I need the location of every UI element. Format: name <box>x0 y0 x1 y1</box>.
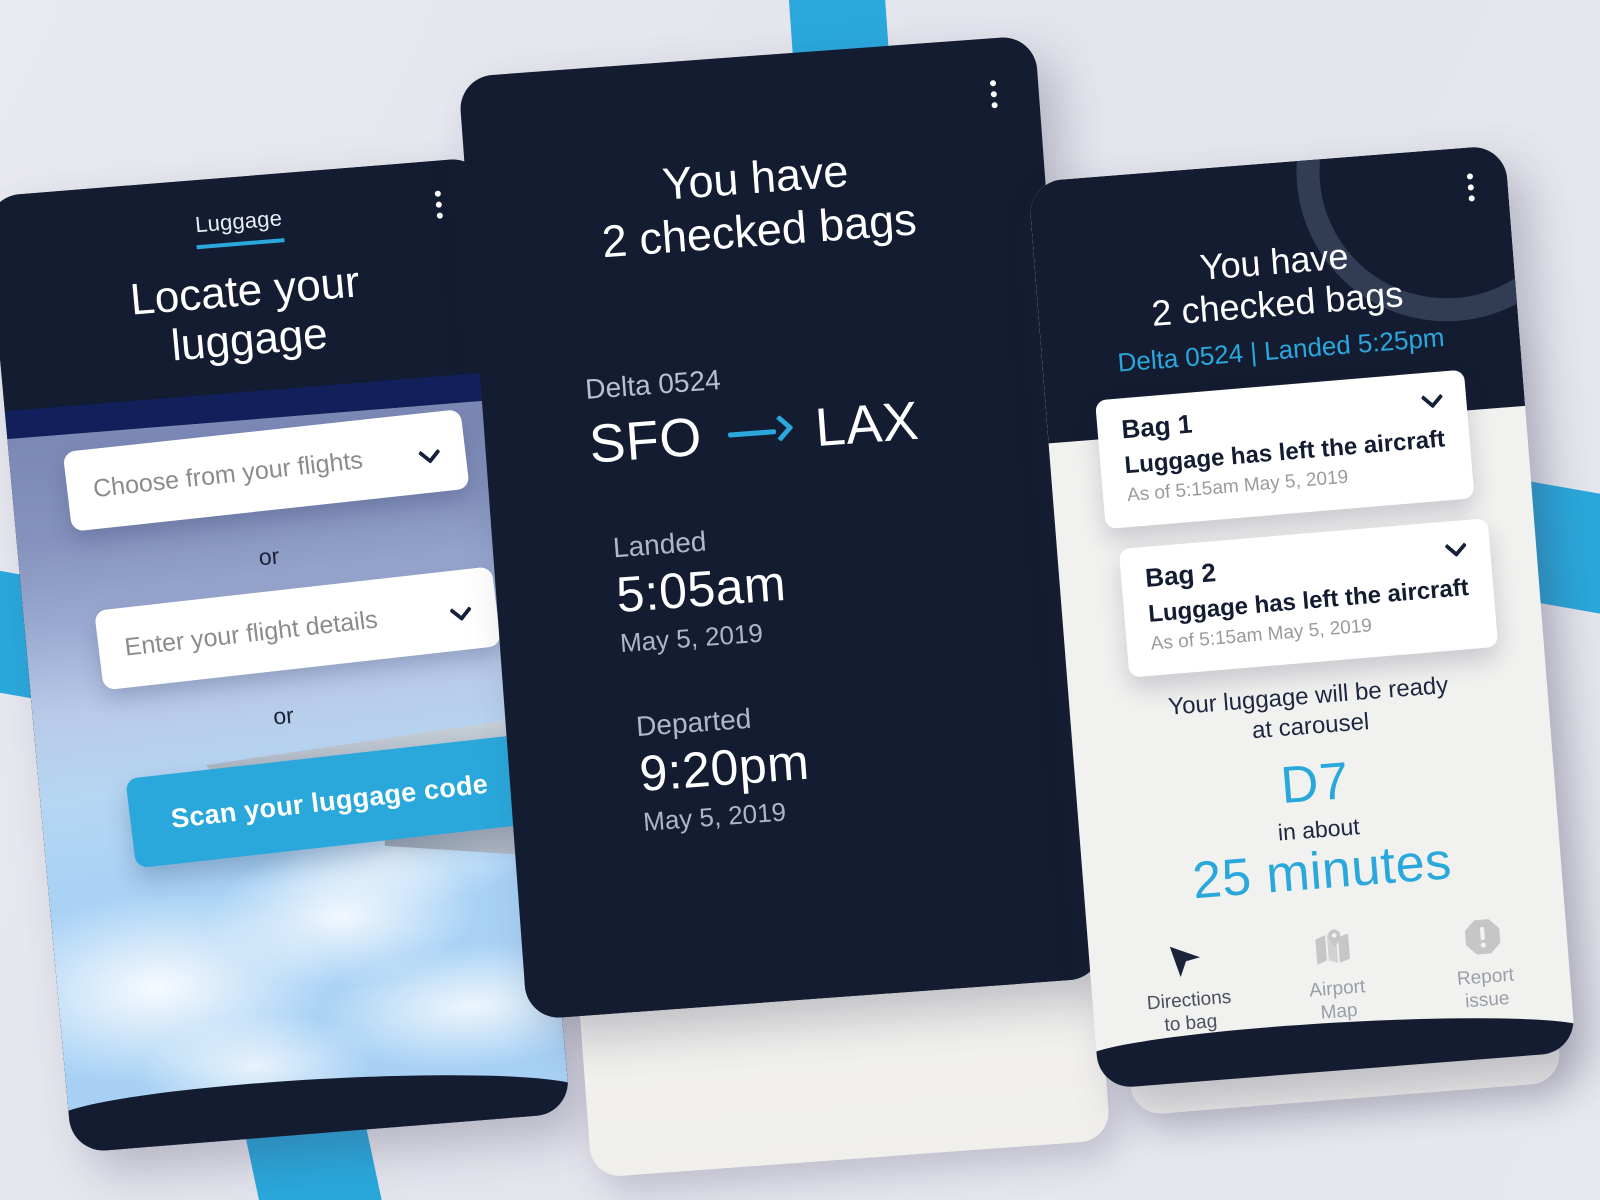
kebab-menu-icon[interactable] <box>989 80 998 109</box>
enter-flight-details-placeholder: Enter your flight details <box>123 604 380 662</box>
choose-flight-placeholder: Choose from your flights <box>91 445 365 503</box>
chevron-down-icon <box>419 442 440 463</box>
kebab-dot-2 <box>990 91 998 98</box>
arrow-head <box>766 414 794 442</box>
arrow-right-icon <box>727 414 794 442</box>
navigation-arrow-icon <box>1124 928 1248 993</box>
kebab-dot-3 <box>991 102 998 109</box>
phone-screen-flight-status: You have 2 checked bags Delta 0524 SFO L… <box>458 35 1104 1020</box>
kebab-dot-1 <box>434 190 442 197</box>
kebab-dot-2 <box>1467 184 1475 191</box>
screen-3-content: You have 2 checked bags Delta 0524 | Lan… <box>1028 144 1576 1090</box>
landed-time: 5:05am <box>614 554 788 624</box>
directions-to-bag-action[interactable]: Directions to bag <box>1124 928 1252 1041</box>
airport-map-action[interactable]: Airport Map <box>1272 916 1400 1029</box>
flight-number: Delta 0524 <box>584 364 722 405</box>
kebab-dot-2 <box>435 201 443 208</box>
bag-card[interactable]: Bag 2 Luggage has left the aircraft As o… <box>1118 518 1499 678</box>
route-summary: SFO LAX <box>587 390 921 476</box>
kebab-dot-1 <box>989 80 997 87</box>
landed-block: Landed 5:05am May 5, 2019 <box>612 520 791 659</box>
screen-1-header: Luggage Locate your luggage <box>0 156 504 412</box>
page-title: Locate your luggage <box>0 247 501 385</box>
kebab-dot-3 <box>1468 195 1475 202</box>
kebab-dot-3 <box>436 212 444 219</box>
origin-airport-code: SFO <box>587 406 704 475</box>
chevron-down-icon[interactable] <box>1422 388 1443 409</box>
screen-2-content: You have 2 checked bags Delta 0524 SFO L… <box>458 35 1104 1020</box>
map-pin-icon <box>1272 916 1396 981</box>
kebab-dot-1 <box>1466 173 1474 180</box>
report-issue-action[interactable]: Report issue <box>1420 904 1548 1017</box>
report-issue-label: Report issue <box>1425 962 1548 1017</box>
chevron-down-icon <box>450 600 471 621</box>
departed-time: 9:20pm <box>637 733 812 802</box>
checked-bags-headline: You have 2 checked bags <box>465 130 1049 278</box>
phone-screen-bag-tracking: You have 2 checked bags Delta 0524 | Lan… <box>1028 144 1576 1090</box>
chevron-down-icon[interactable] <box>1446 536 1467 557</box>
alert-octagon-icon <box>1420 904 1544 969</box>
destination-airport-code: LAX <box>813 390 921 459</box>
departed-block: Departed 9:20pm May 5, 2019 <box>635 699 814 838</box>
tab-luggage[interactable]: Luggage <box>194 205 285 250</box>
